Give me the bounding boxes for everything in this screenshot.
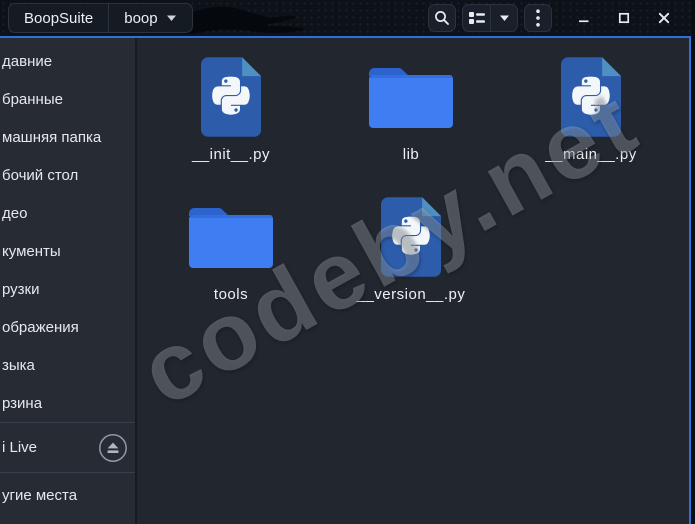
titlebar-actions [428, 4, 691, 32]
folder-item-tools[interactable]: tools [141, 194, 321, 334]
close-button[interactable] [652, 6, 676, 30]
window-controls [572, 6, 676, 30]
file-item-main[interactable]: __main__.py [501, 54, 681, 194]
sidebar-item-recent[interactable]: давние [0, 42, 135, 80]
python-file-icon [200, 54, 262, 140]
sidebar-item-pictures[interactable]: ображения [0, 308, 135, 346]
breadcrumb-label: boop [124, 9, 158, 27]
sidebar-item-trash[interactable]: рзина [0, 384, 135, 422]
sidebar-item-kali-live[interactable]: i Live [0, 423, 135, 472]
sidebar: давние бранные машняя папка бочий стол д… [0, 38, 137, 524]
file-name: __init__.py [191, 146, 271, 163]
sidebar-item-starred[interactable]: бранные [0, 80, 135, 118]
python-file-icon [380, 194, 442, 280]
chevron-down-icon [499, 15, 509, 21]
maximize-button[interactable] [612, 6, 636, 30]
titlebar[interactable]: BoopSuite boop [0, 0, 691, 36]
sidebar-item-videos[interactable]: део [0, 194, 135, 232]
file-name: __main__.py [545, 146, 637, 163]
file-manager-window: BoopSuite boop давние бранные машняя пап… [0, 0, 691, 524]
python-file-icon [560, 54, 622, 140]
folder-name: tools [213, 286, 249, 303]
search-button[interactable] [428, 4, 456, 32]
sidebar-item-home[interactable]: машняя папка [0, 118, 135, 156]
maximize-icon [618, 12, 630, 24]
menu-button[interactable] [524, 4, 552, 32]
list-view-icon [468, 12, 485, 24]
sidebar-item-desktop[interactable]: бочий стол [0, 156, 135, 194]
app-body: давние бранные машняя папка бочий стол д… [0, 38, 691, 524]
breadcrumb-label: BoopSuite [24, 9, 94, 27]
folder-icon [187, 194, 275, 280]
minimize-button[interactable] [572, 6, 596, 30]
sidebar-item-other-locations[interactable]: угие места [0, 473, 135, 517]
file-name: __version__.py [356, 286, 466, 303]
eject-button[interactable] [98, 433, 128, 463]
breadcrumb-parent-folder[interactable]: BoopSuite [9, 4, 108, 32]
path-bar: BoopSuite boop [8, 3, 193, 33]
close-icon [658, 12, 670, 24]
eject-icon [99, 433, 127, 462]
view-options-button[interactable] [490, 4, 518, 32]
breadcrumb-current-folder[interactable]: boop [108, 4, 191, 32]
view-switcher [462, 4, 518, 32]
minimize-icon [579, 20, 589, 23]
sidebar-item-downloads[interactable]: рузки [0, 270, 135, 308]
folder-item-lib[interactable]: lib [321, 54, 501, 194]
sidebar-item-documents[interactable]: кументы [0, 232, 135, 270]
kebab-menu-icon [536, 9, 540, 27]
dragon-watermark [162, 6, 306, 34]
folder-icon [367, 54, 455, 140]
folder-name: lib [402, 146, 420, 163]
file-item-version[interactable]: __version__.py [321, 194, 501, 334]
search-icon [435, 11, 449, 25]
view-toggle-button[interactable] [462, 4, 490, 32]
file-grid: __init__.py lib __main__.py tools __vers… [141, 54, 689, 334]
file-area[interactable]: __init__.py lib __main__.py tools __vers… [137, 38, 689, 524]
file-item-init[interactable]: __init__.py [141, 54, 321, 194]
chevron-down-icon [166, 15, 176, 21]
sidebar-item-music[interactable]: зыка [0, 346, 135, 384]
device-label: i Live [2, 439, 38, 456]
